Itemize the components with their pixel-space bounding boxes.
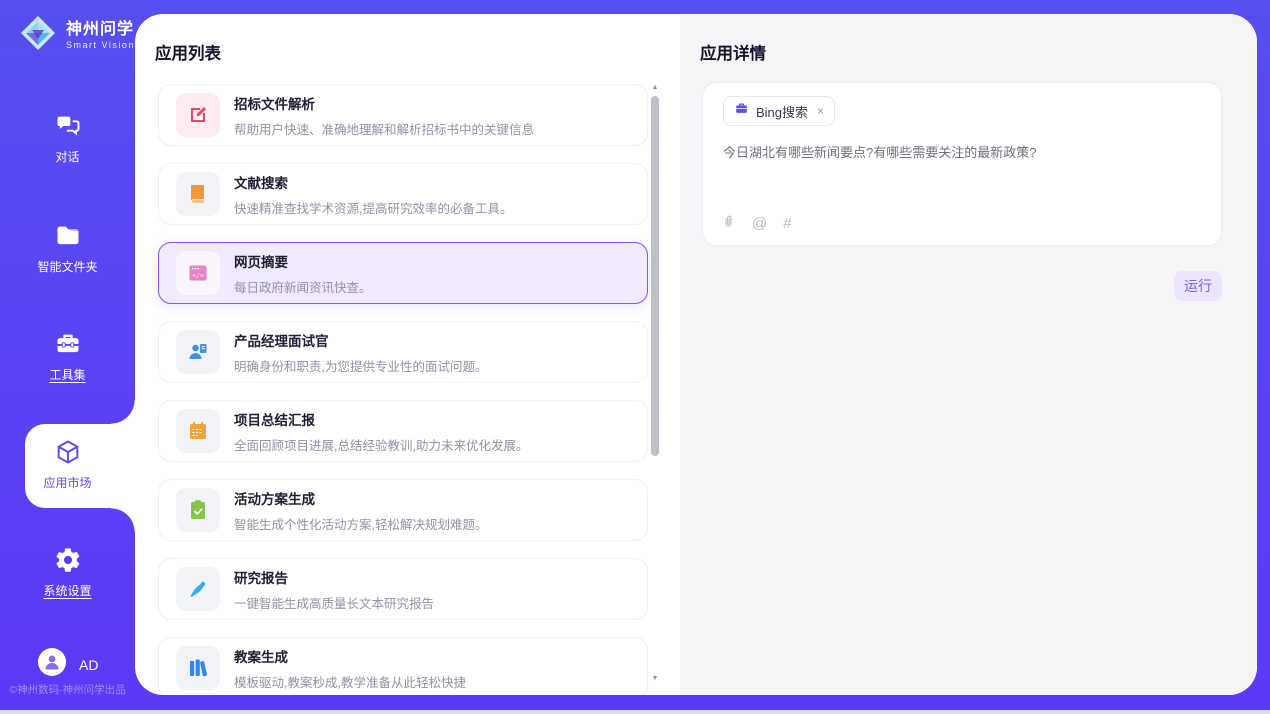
sidebar-item-settings[interactable]: 系统设置 — [0, 546, 135, 600]
app-list: 招标文件解析 帮助用户快速、准确地理解和解析招标书中的关键信息 文献搜索 快速精… — [158, 84, 648, 695]
active-tab-notch-bottom — [111, 508, 135, 532]
logo-text: 神州问学 Smart Vision — [66, 21, 135, 49]
app-description: 帮助用户快速、准确地理解和解析招标书中的关键信息 — [234, 119, 534, 138]
sidebar-item-label: 对话 — [55, 148, 79, 165]
app-description: 快速精准查找学术资源,提高研究效率的必备工具。 — [234, 198, 512, 217]
app-name: 活动方案生成 — [234, 488, 487, 508]
app-icon — [176, 251, 220, 295]
cube-icon — [0, 438, 135, 468]
tool-chip-label: Bing搜索 — [756, 102, 808, 121]
tool-chip-bing-search[interactable]: Bing搜索 × — [723, 96, 835, 126]
sidebar-item-smart-folder[interactable]: 智能文件夹 — [0, 222, 135, 276]
prompt-card: Bing搜索 × 今日湖北有哪些新闻要点?有哪些需要关注的最新政策? @ # — [702, 82, 1222, 246]
app-icon — [176, 330, 220, 374]
prompt-input[interactable]: 今日湖北有哪些新闻要点?有哪些需要关注的最新政策? — [723, 143, 1203, 163]
app-detail-panel: 应用详情 Bing搜索 × 今日湖北有哪些新闻要点?有哪些需要关注的最新政策? — [680, 14, 1257, 695]
app-texts: 教案生成 模板驱动,教案秒成,教学准备从此轻松快捷 — [234, 646, 466, 691]
close-icon[interactable]: × — [817, 104, 824, 118]
app-texts: 招标文件解析 帮助用户快速、准确地理解和解析招标书中的关键信息 — [234, 93, 534, 138]
run-button[interactable]: 运行 — [1174, 271, 1222, 301]
briefcase-icon — [734, 101, 749, 121]
user-label: AD — [79, 657, 98, 673]
bottom-strip — [0, 710, 1270, 714]
gear-icon — [0, 546, 135, 576]
app-texts: 文献搜索 快速精准查找学术资源,提高研究效率的必备工具。 — [234, 172, 512, 217]
app-icon — [176, 409, 220, 453]
app-texts: 项目总结汇报 全面回顾项目进展,总结经验教训,助力未来优化发展。 — [234, 409, 528, 454]
scrollbar-thumb[interactable] — [651, 96, 659, 456]
app-description: 模板驱动,教案秒成,教学准备从此轻松快捷 — [234, 672, 466, 691]
app-description: 全面回顾项目进展,总结经验教训,助力未来优化发展。 — [234, 435, 528, 454]
list-item[interactable]: 网页摘要 每日政府新闻资讯快查。 — [158, 242, 648, 304]
app-name: 教案生成 — [234, 646, 466, 666]
app-description: 一键智能生成高质量长文本研究报告 — [234, 593, 434, 612]
scroll-up-icon[interactable]: ▲ — [650, 84, 660, 91]
folder-icon — [0, 222, 135, 252]
app-description: 每日政府新闻资讯快查。 — [234, 277, 372, 296]
sidebar-item-label: 工具集 — [49, 366, 85, 383]
app-icon — [176, 172, 220, 216]
sidebar-item-chat[interactable]: 对话 — [0, 112, 135, 166]
logo-title: 神州问学 — [66, 21, 135, 39]
app-window: 神州问学 Smart Vision 对话 智 — [0, 0, 1270, 714]
list-item[interactable]: 项目总结汇报 全面回顾项目进展,总结经验教训,助力未来优化发展。 — [158, 400, 648, 462]
list-item[interactable]: 活动方案生成 智能生成个性化活动方案,轻松解决规划难题。 — [158, 479, 648, 541]
logo-subtitle: Smart Vision — [66, 40, 135, 50]
app-description: 明确身份和职责,为您提供专业性的面试问题。 — [234, 356, 487, 375]
list-item[interactable]: 产品经理面试官 明确身份和职责,为您提供专业性的面试问题。 — [158, 321, 648, 383]
list-item[interactable]: 教案生成 模板驱动,教案秒成,教学准备从此轻松快捷 — [158, 637, 648, 695]
app-texts: 网页摘要 每日政府新闻资讯快查。 — [234, 251, 372, 296]
avatar — [38, 648, 66, 681]
main-content: 应用列表 招标文件解析 帮助用户快速、准确地理解和解析招标书中的关键信息 文献搜… — [135, 14, 1257, 695]
copyright-footer: ©神州数码·神州问学出品 — [0, 682, 135, 697]
app-texts: 产品经理面试官 明确身份和职责,为您提供专业性的面试问题。 — [234, 330, 487, 375]
app-list-title: 应用列表 — [155, 40, 221, 64]
chat-icon — [0, 112, 135, 142]
app-name: 产品经理面试官 — [234, 330, 487, 350]
app-name: 文献搜索 — [234, 172, 512, 192]
sidebar-item-app-market[interactable]: 应用市场 — [0, 438, 135, 492]
app-icon — [176, 93, 220, 137]
insert-toolbar: @ # — [721, 213, 792, 233]
sidebar: 神州问学 Smart Vision 对话 智 — [0, 0, 135, 710]
app-name: 项目总结汇报 — [234, 409, 528, 429]
app-icon — [176, 567, 220, 611]
sidebar-item-label: 系统设置 — [43, 582, 91, 599]
list-item[interactable]: 招标文件解析 帮助用户快速、准确地理解和解析招标书中的关键信息 — [158, 84, 648, 146]
list-scrollbar[interactable]: ▲ ▼ — [650, 84, 660, 682]
app-name: 研究报告 — [234, 567, 434, 587]
app-texts: 活动方案生成 智能生成个性化活动方案,轻松解决规划难题。 — [234, 488, 487, 533]
sidebar-item-toolset[interactable]: 工具集 — [0, 330, 135, 384]
app-icon — [176, 646, 220, 690]
sidebar-item-label: 应用市场 — [43, 474, 91, 491]
app-name: 网页摘要 — [234, 251, 372, 271]
app-texts: 研究报告 一键智能生成高质量长文本研究报告 — [234, 567, 434, 612]
diamond-logo-icon — [18, 13, 58, 58]
paperclip-icon[interactable] — [721, 213, 736, 233]
app-detail-title: 应用详情 — [700, 40, 766, 64]
scroll-down-icon[interactable]: ▼ — [650, 675, 660, 682]
active-tab-notch-top — [111, 400, 135, 424]
app-name: 招标文件解析 — [234, 93, 534, 113]
list-item[interactable]: 文献搜索 快速精准查找学术资源,提高研究效率的必备工具。 — [158, 163, 648, 225]
at-icon[interactable]: @ — [752, 216, 767, 231]
sidebar-item-label: 智能文件夹 — [37, 258, 97, 275]
app-description: 智能生成个性化活动方案,轻松解决规划难题。 — [234, 514, 487, 533]
list-item[interactable]: 研究报告 一键智能生成高质量长文本研究报告 — [158, 558, 648, 620]
app-icon — [176, 488, 220, 532]
toolbox-icon — [0, 330, 135, 360]
hash-icon[interactable]: # — [783, 216, 791, 231]
user-account[interactable]: AD — [38, 648, 98, 681]
app-logo: 神州问学 Smart Vision — [18, 13, 135, 58]
